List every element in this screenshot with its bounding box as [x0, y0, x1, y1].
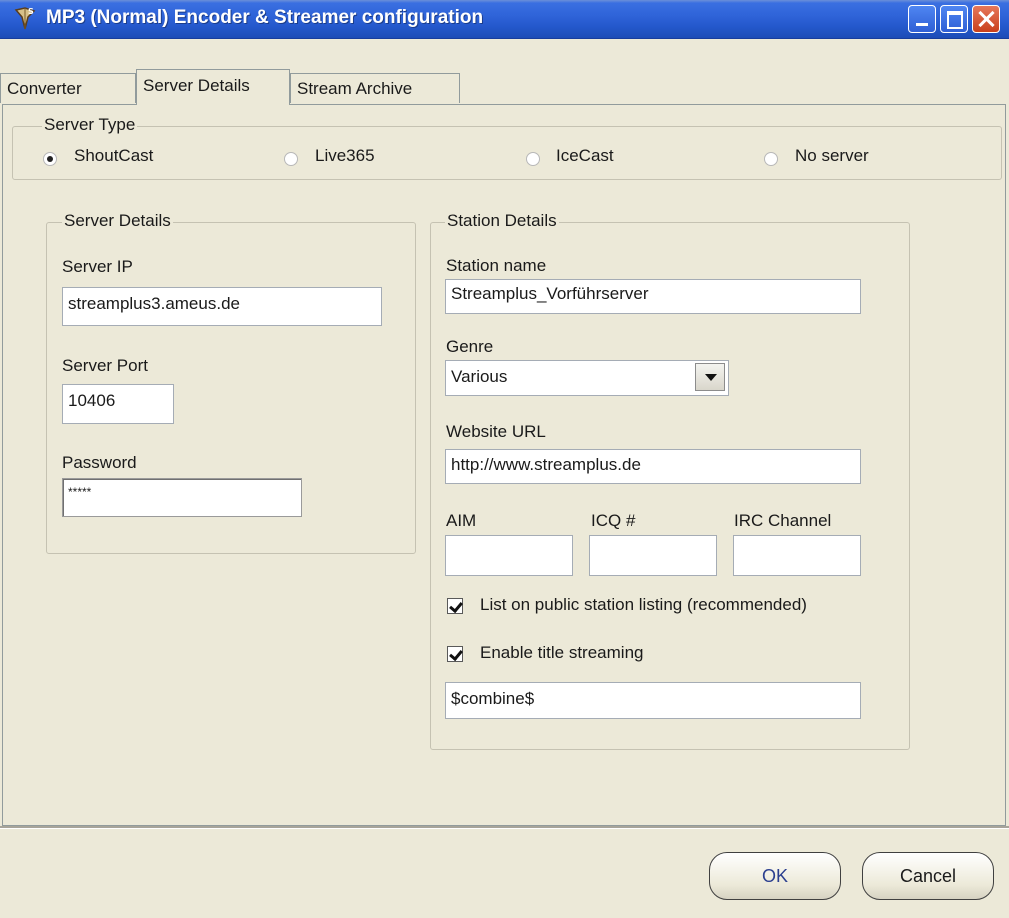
website-url-label: Website URL	[446, 422, 546, 441]
server-ip-field[interactable]: streamplus3.ameus.de	[62, 287, 382, 326]
maximize-button[interactable]	[940, 5, 968, 33]
tab-converter[interactable]: Converter	[0, 73, 136, 103]
password-field[interactable]: *****	[62, 478, 302, 517]
tab-server-details[interactable]: Server Details	[136, 69, 290, 105]
config-window: S MP3 (Normal) Encoder & Streamer config…	[0, 0, 1009, 918]
public-listing-checkbox[interactable]	[447, 598, 463, 614]
title-format-field[interactable]: $combine$	[445, 682, 861, 719]
password-label: Password	[62, 453, 137, 472]
icq-field[interactable]	[589, 535, 717, 576]
station-name-label: Station name	[446, 256, 547, 275]
ok-button[interactable]: OK	[709, 852, 841, 900]
minimize-button[interactable]	[908, 5, 936, 33]
bottom-divider	[0, 826, 1009, 829]
tab-stream-archive[interactable]: Stream Archive	[290, 73, 460, 103]
radio-shoutcast[interactable]	[43, 152, 57, 166]
irc-channel-field[interactable]	[733, 535, 861, 576]
server-type-legend: Server Type	[42, 115, 138, 135]
title-streaming-label[interactable]: Enable title streaming	[480, 643, 643, 663]
server-port-field[interactable]: 10406	[62, 384, 174, 424]
radio-icecast[interactable]	[526, 152, 540, 166]
radio-live365-label[interactable]: Live365	[315, 146, 375, 166]
genre-dropdown-arrow-icon[interactable]	[695, 363, 725, 391]
radio-no-server-label[interactable]: No server	[795, 146, 869, 166]
app-logo-icon: S	[14, 7, 36, 30]
title-bar[interactable]: S MP3 (Normal) Encoder & Streamer config…	[0, 0, 1009, 39]
server-details-legend: Server Details	[62, 211, 173, 231]
station-name-field[interactable]: Streamplus_Vorführserver	[445, 279, 861, 314]
genre-select[interactable]: Various	[445, 360, 729, 396]
server-port-label: Server Port	[62, 356, 148, 375]
public-listing-label[interactable]: List on public station listing (recommen…	[480, 595, 807, 615]
website-url-field[interactable]: http://www.streamplus.de	[445, 449, 861, 484]
aim-label: AIM	[446, 511, 477, 530]
radio-no-server[interactable]	[764, 152, 778, 166]
cancel-button[interactable]: Cancel	[862, 852, 994, 900]
genre-label: Genre	[446, 337, 494, 356]
station-details-legend: Station Details	[445, 211, 559, 231]
radio-live365[interactable]	[284, 152, 298, 166]
aim-field[interactable]	[445, 535, 573, 576]
server-ip-label: Server IP	[62, 257, 133, 276]
title-streaming-checkbox[interactable]	[447, 646, 463, 662]
svg-text:S: S	[28, 7, 34, 16]
window-title: MP3 (Normal) Encoder & Streamer configur…	[46, 7, 484, 28]
radio-icecast-label[interactable]: IceCast	[556, 146, 614, 166]
radio-shoutcast-label[interactable]: ShoutCast	[74, 146, 153, 166]
irc-channel-label: IRC Channel	[734, 511, 832, 530]
icq-label: ICQ #	[591, 511, 636, 530]
close-button[interactable]	[972, 5, 1000, 33]
